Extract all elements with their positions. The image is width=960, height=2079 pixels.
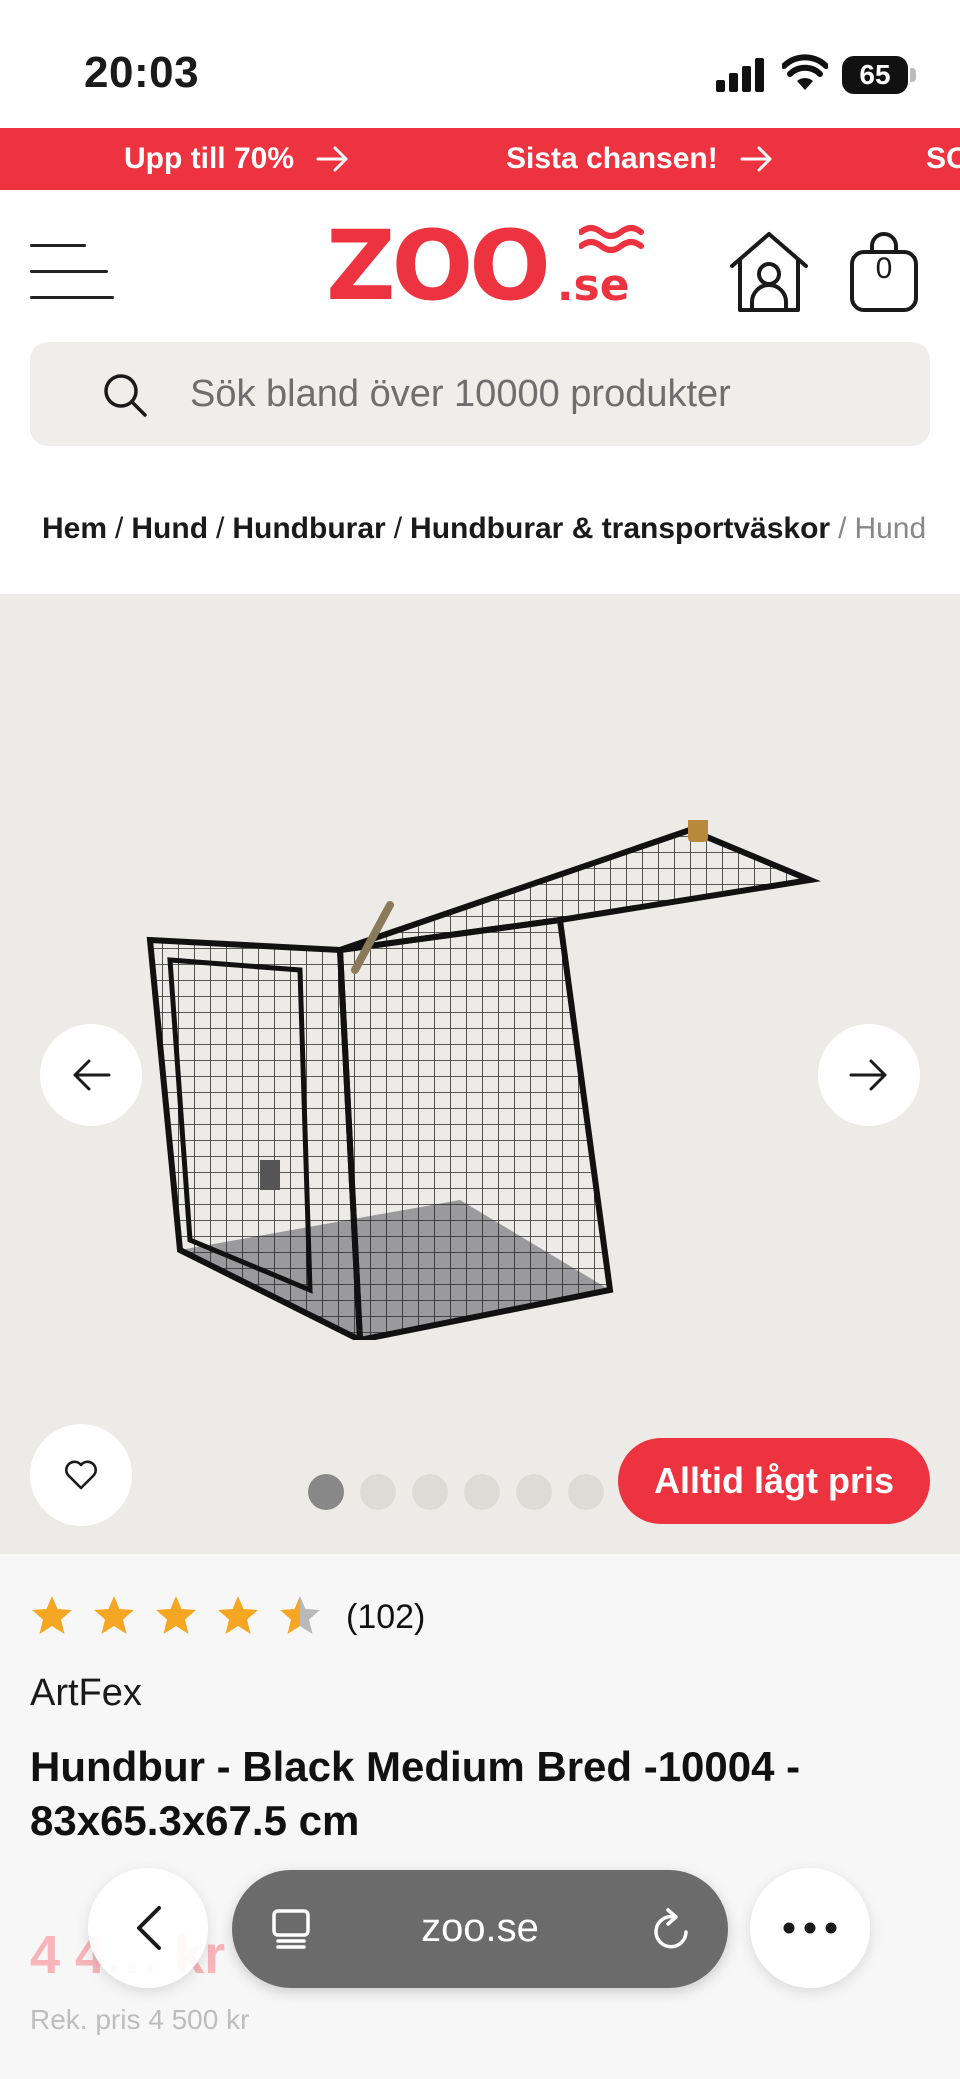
logo-suffix-block: .se xyxy=(553,224,649,314)
site-header: ZOO .se 0 xyxy=(0,190,960,340)
product-brand[interactable]: ArtFex xyxy=(30,1672,142,1715)
breadcrumb-item[interactable]: Hund xyxy=(131,512,208,545)
breadcrumb: Hem / Hund / Hundburar / Hundburar & transport… xyxy=(42,512,926,546)
carousel-dot[interactable] xyxy=(360,1474,396,1510)
breadcrumb-item[interactable]: Hundburar xyxy=(232,512,385,545)
cellular-signal-icon xyxy=(716,58,764,92)
browser-more-button[interactable] xyxy=(750,1868,870,1988)
product-info: (102) ArtFex Hundbur - Black Medium Bred… xyxy=(0,1554,960,2079)
star-full-icon xyxy=(32,1596,72,1634)
carousel-dot[interactable] xyxy=(412,1474,448,1510)
chevron-left-icon xyxy=(137,1906,161,1950)
breadcrumb-separator: / xyxy=(216,512,225,545)
carousel-dot[interactable] xyxy=(464,1474,500,1510)
breadcrumb-item[interactable]: Hundburar & transportväskor xyxy=(410,512,830,545)
hamburger-line xyxy=(30,244,86,247)
carousel-dots[interactable] xyxy=(308,1474,656,1510)
promo-item-partial[interactable]: SO xyxy=(926,142,960,176)
breadcrumb-separator: / xyxy=(393,512,403,545)
search-input[interactable] xyxy=(190,364,890,424)
arrow-right-icon xyxy=(849,1059,887,1091)
product-image-dog-crate xyxy=(146,820,821,1340)
battery-indicator: 65 xyxy=(842,56,908,94)
next-image-button[interactable] xyxy=(818,1024,920,1126)
product-gallery[interactable]: Alltid lågt pris xyxy=(0,594,960,1554)
breadcrumb-current: Hund xyxy=(854,512,927,545)
browser-address-bar[interactable]: zoo.se xyxy=(232,1870,728,1988)
heart-icon xyxy=(65,1460,97,1490)
product-title: Hundbur - Black Medium Bred -10004 - 83x… xyxy=(30,1743,801,1844)
cart-count: 0 xyxy=(875,252,893,285)
battery-tip xyxy=(910,68,916,82)
carousel-dot[interactable] xyxy=(568,1474,604,1510)
search-icon xyxy=(104,374,147,417)
promo-item-sale[interactable]: Upp till 70% xyxy=(124,142,350,176)
wave-logo-icon xyxy=(578,225,644,253)
more-dots-icon xyxy=(783,1922,837,1934)
arrow-right-icon xyxy=(740,146,772,172)
status-time: 20:03 xyxy=(84,48,200,97)
promo-item-last-chance[interactable]: Sista chansen! xyxy=(506,142,774,176)
account-home-icon[interactable] xyxy=(728,230,810,314)
hamburger-line xyxy=(30,270,108,273)
breadcrumb-separator: / xyxy=(838,512,847,545)
hamburger-line xyxy=(30,296,114,299)
promo-label: Upp till 70% xyxy=(124,142,295,175)
previous-image-button[interactable] xyxy=(40,1024,142,1126)
reload-icon[interactable] xyxy=(650,1906,694,1952)
review-count[interactable]: (102) xyxy=(346,1598,425,1637)
favorite-button[interactable] xyxy=(30,1424,132,1526)
breadcrumb-item[interactable]: Hem xyxy=(42,512,107,545)
carousel-dot[interactable] xyxy=(308,1474,344,1510)
promo-banner[interactable]: Upp till 70% Sista chansen! SO xyxy=(0,128,960,190)
rating-stars[interactable] xyxy=(30,1594,322,1636)
arrow-left-icon xyxy=(73,1059,111,1091)
star-half-icon xyxy=(280,1596,320,1634)
logo-suffix: .se xyxy=(556,260,630,311)
recommended-price: Rek. pris 4 500 kr xyxy=(30,2004,250,2035)
star-full-icon xyxy=(94,1596,134,1634)
star-full-icon xyxy=(218,1596,258,1634)
promo-label: Sista chansen! xyxy=(506,142,718,175)
promo-label: SO xyxy=(926,142,960,175)
carousel-dot[interactable] xyxy=(516,1474,552,1510)
status-bar: 20:03 65 xyxy=(0,0,960,128)
breadcrumb-separator: / xyxy=(115,512,124,545)
menu-button[interactable] xyxy=(30,244,114,300)
star-full-icon xyxy=(156,1596,196,1634)
logo-wordmark: ZOO xyxy=(326,210,551,322)
search-bar[interactable] xyxy=(30,342,930,446)
wifi-icon xyxy=(782,54,828,90)
low-price-badge: Alltid lågt pris xyxy=(618,1438,930,1524)
zoo-logo[interactable]: ZOO .se xyxy=(326,218,649,314)
arrow-right-icon xyxy=(316,146,348,172)
browser-back-button[interactable] xyxy=(88,1868,208,1988)
